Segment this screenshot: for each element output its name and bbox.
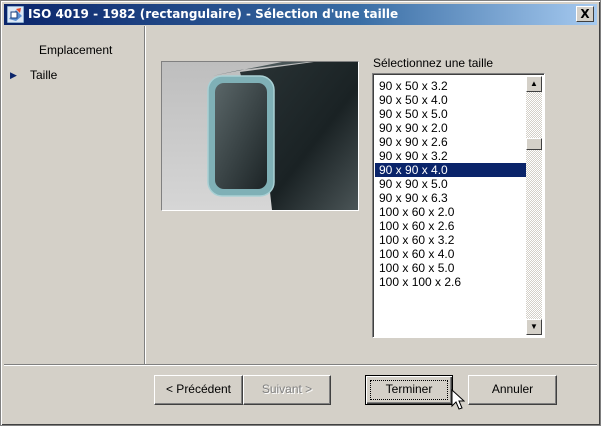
scroll-down-arrow-icon: ▼ [530,322,538,331]
list-item[interactable]: 90 x 90 x 4.0 [375,163,527,177]
previous-button[interactable]: < Précédent [154,375,243,405]
listbox-scrollbar[interactable]: ▲ ▼ [526,76,542,335]
list-item[interactable]: 100 x 60 x 2.6 [375,219,527,233]
list-item[interactable]: 90 x 90 x 2.6 [375,135,527,149]
list-item[interactable]: 100 x 60 x 3.2 [375,233,527,247]
wizard-nav: Emplacement ▶ Taille [4,26,145,364]
app-icon [7,6,24,23]
list-item[interactable]: 100 x 60 x 5.0 [375,261,527,275]
close-icon: X [580,7,590,21]
size-listbox[interactable]: 90 x 50 x 3.2 90 x 50 x 4.0 90 x 50 x 5.0 9… [372,73,545,338]
cancel-button[interactable]: Annuler [468,375,557,405]
scroll-up-arrow-icon: ▲ [530,79,538,88]
list-item[interactable]: 90 x 90 x 2.0 [375,121,527,135]
triangle-right-icon: ▶ [10,70,17,80]
scroll-down-button[interactable]: ▼ [526,319,542,335]
button-bar-divider [4,364,597,366]
list-item[interactable]: 90 x 50 x 5.0 [375,107,527,121]
focus-rectangle [370,380,448,400]
list-item[interactable]: 90 x 50 x 3.2 [375,79,527,93]
close-button[interactable]: X [576,6,594,22]
next-button[interactable]: Suivant > [243,375,331,405]
nav-item-emplacement[interactable]: Emplacement [39,43,112,57]
list-item[interactable]: 90 x 90 x 6.3 [375,191,527,205]
nav-divider [144,26,146,364]
mouse-pointer-icon [451,389,465,410]
list-item[interactable]: 90 x 90 x 3.2 [375,149,527,163]
list-item[interactable]: 90 x 50 x 4.0 [375,93,527,107]
list-item[interactable]: 100 x 100 x 2.6 [375,275,527,289]
dialog-window: ISO 4019 - 1982 (rectangulaire) - Sélect… [0,0,601,426]
title-bar[interactable]: ISO 4019 - 1982 (rectangulaire) - Sélect… [4,4,597,25]
list-item[interactable]: 100 x 60 x 4.0 [375,247,527,261]
size-list: 90 x 50 x 3.2 90 x 50 x 4.0 90 x 50 x 5.0 9… [375,79,527,289]
list-item[interactable]: 90 x 90 x 5.0 [375,177,527,191]
size-select-label: Sélectionnez une taille [373,56,494,70]
window-title: ISO 4019 - 1982 (rectangulaire) - Sélect… [28,7,399,21]
finish-button[interactable]: Terminer [365,375,453,405]
section-preview-image [161,61,359,211]
list-item[interactable]: 100 x 60 x 2.0 [375,205,527,219]
scroll-up-button[interactable]: ▲ [526,76,542,92]
scroll-thumb[interactable] [526,138,542,150]
nav-item-taille[interactable]: Taille [30,68,57,82]
